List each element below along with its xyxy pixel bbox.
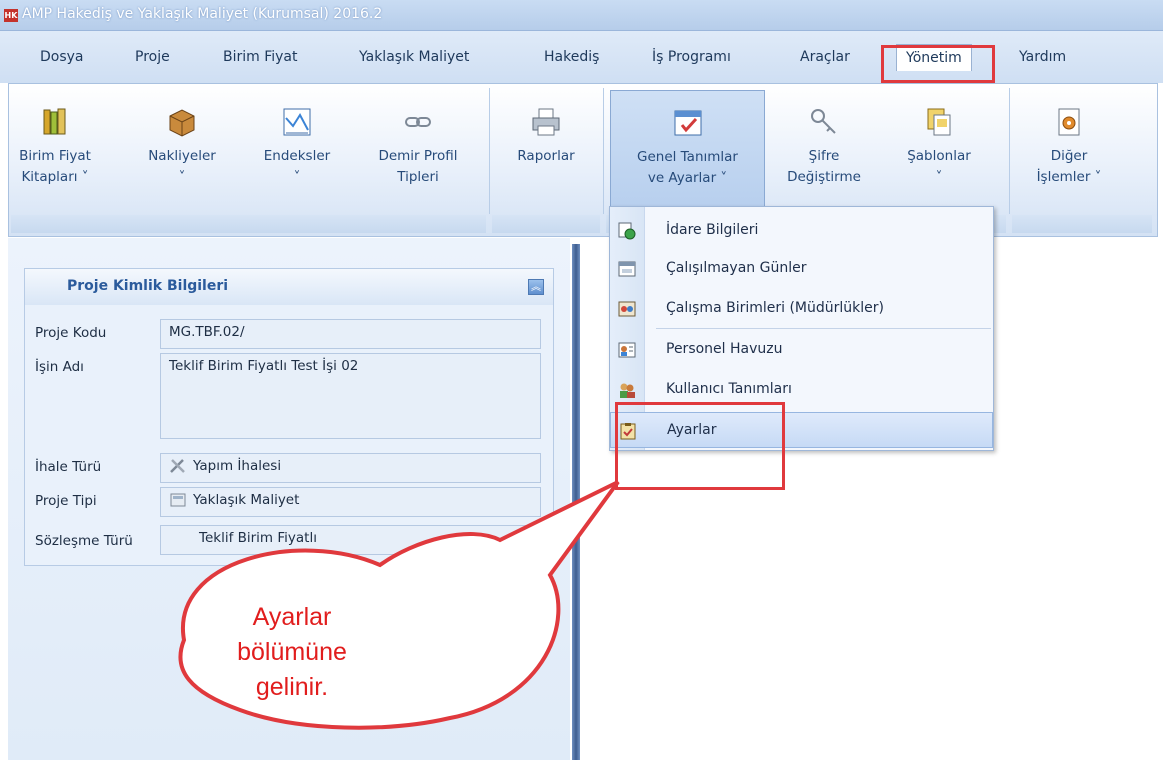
menu-item-idare-bilgileri[interactable]: İdare Bilgileri <box>610 213 993 249</box>
field-label-proje-kodu: Proje Kodu <box>35 325 107 341</box>
menu-araclar[interactable]: Araçlar <box>800 49 850 65</box>
card-header: Proje Kimlik Bilgileri ︽ <box>25 269 553 305</box>
button-label: Değiştirme <box>787 169 861 185</box>
menu-highlight-annotation <box>881 45 995 83</box>
menu-item-calisma-birimleri[interactable]: Çalışma Birimleri (Müdürlükler) <box>610 291 993 327</box>
ribbon-separator <box>603 88 604 214</box>
app-logo-icon: HK <box>4 9 18 22</box>
title-bar: HK AMP Hakediş ve Yaklaşık Maliyet (Kuru… <box>0 0 1163 31</box>
window-title: AMP Hakediş ve Yaklaşık Maliyet (Kurumsa… <box>22 6 383 22</box>
isin-adi-field[interactable]: Teklif Birim Fiyatlı Test İşi 02 <box>160 353 541 439</box>
ribbon-separator <box>1009 88 1010 214</box>
menu-yardim[interactable]: Yardım <box>1019 49 1066 65</box>
menu-item-label: Personel Havuzu <box>666 341 783 357</box>
ribbon-group-footer <box>1012 215 1152 233</box>
books-icon <box>43 108 66 135</box>
users-icon <box>620 383 635 398</box>
collapse-icon[interactable]: ︽ <box>528 279 544 295</box>
button-label: Tipleri <box>397 169 439 185</box>
button-label: ve Ayarlar ˅ <box>647 170 728 186</box>
demir-profil-tipleri-button[interactable]: Demir Profil Tipleri <box>364 90 472 210</box>
menu-separator <box>656 328 991 329</box>
button-label: Raporlar <box>517 148 575 164</box>
ribbon-group-footer <box>11 215 486 233</box>
personnel-icon <box>618 342 636 358</box>
proje-kodu-field[interactable]: MG.TBF.02/ <box>160 319 541 349</box>
callout-line: Ayarlar <box>252 603 332 631</box>
menu-hakedis[interactable]: Hakediş <box>544 49 599 65</box>
ribbon-separator <box>489 88 490 214</box>
chain-icon <box>405 117 431 127</box>
diger-islemler-button[interactable]: Diğer İşlemler ˅ <box>1019 90 1119 210</box>
card-title: Proje Kimlik Bilgileri <box>67 278 229 294</box>
box-icon <box>169 109 195 137</box>
menu-birim-fiyat[interactable]: Birim Fiyat <box>223 49 298 65</box>
menu-bar: Dosya Proje Birim Fiyat Yaklaşık Maliyet… <box>0 31 1163 83</box>
button-label: İşlemler ˅ <box>1036 169 1102 185</box>
menu-item-label: Çalışılmayan Günler <box>666 260 807 276</box>
key-icon <box>811 109 836 134</box>
admin-info-icon <box>618 222 636 240</box>
menu-item-personel-havuzu[interactable]: Personel Havuzu <box>610 332 993 368</box>
button-label: ˅ <box>178 169 186 185</box>
chart-icon <box>283 108 311 136</box>
field-label-proje-tipi: Proje Tipi <box>35 493 97 509</box>
menu-dosya[interactable]: Dosya <box>40 49 84 65</box>
button-label: Nakliyeler <box>148 148 216 164</box>
button-label: Şablonlar <box>907 148 971 164</box>
menu-is-programi[interactable]: İş Programı <box>652 49 731 65</box>
button-label: Birim Fiyat <box>19 148 91 164</box>
field-label-ihale-turu: İhale Türü <box>35 459 102 475</box>
birim-fiyat-kitaplari-button[interactable]: Birim Fiyat Kitapları ˅ <box>11 90 99 210</box>
gear-doc-icon <box>1058 108 1080 136</box>
button-label: Kitapları ˅ <box>21 169 89 185</box>
button-label: Genel Tanımlar <box>637 149 738 165</box>
menu-item-calisilmayan-gunler[interactable]: Çalışılmayan Günler <box>610 251 993 287</box>
field-label-sozlesme-turu: Sözleşme Türü <box>35 533 133 549</box>
menu-yaklasik-maliyet[interactable]: Yaklaşık Maliyet <box>359 49 469 65</box>
menu-item-label: Çalışma Birimleri (Müdürlükler) <box>666 300 884 316</box>
callout-line: gelinir. <box>255 673 329 701</box>
nakliyeler-button[interactable]: Nakliyeler ˅ <box>141 90 223 210</box>
ayarlar-highlight-annotation <box>615 402 785 490</box>
departments-icon <box>618 301 636 317</box>
button-label: ˅ <box>935 169 943 185</box>
sifre-degistirme-button[interactable]: Şifre Değiştirme <box>774 90 874 210</box>
genel-tanimlar-ve-ayarlar-button[interactable]: Genel Tanımlar ve Ayarlar ˅ <box>610 90 765 210</box>
raporlar-button[interactable]: Raporlar <box>501 90 591 210</box>
sablonlar-button[interactable]: Şablonlar ˅ <box>885 90 993 210</box>
menu-proje[interactable]: Proje <box>135 49 170 65</box>
button-label: Şifre <box>808 148 840 164</box>
settings-window-icon <box>674 110 701 136</box>
button-label: ˅ <box>293 169 301 185</box>
button-label: Demir Profil <box>378 148 458 164</box>
button-label: Diğer <box>1050 148 1088 164</box>
menu-item-label: İdare Bilgileri <box>666 222 759 238</box>
printer-icon <box>532 108 560 136</box>
ribbon-group-footer <box>492 215 600 233</box>
calendar-icon <box>618 261 636 277</box>
button-label: Endeksler <box>263 148 331 164</box>
callout-text: Ayarlar bölümüne gelinir. <box>222 600 362 705</box>
menu-item-label: Kullanıcı Tanımları <box>666 381 792 397</box>
templates-icon <box>927 108 951 136</box>
callout-line: bölümüne <box>237 638 347 666</box>
field-label-isin-adi: İşin Adı <box>35 359 84 375</box>
endeksler-button[interactable]: Endeksler ˅ <box>256 90 338 210</box>
